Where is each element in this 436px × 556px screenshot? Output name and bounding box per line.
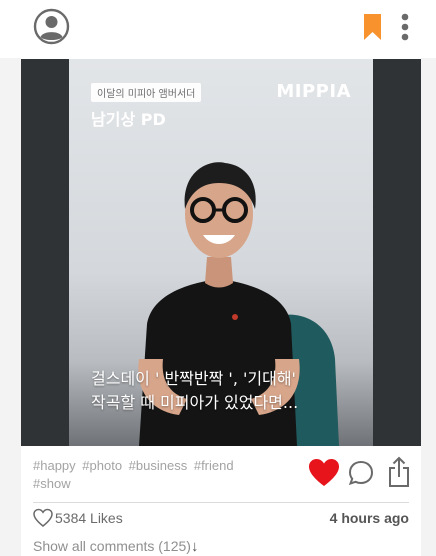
likes-count: 5384 Likes (55, 510, 123, 526)
caption-line-1: 걸스데이 ' 반짝반짝 ', '기대해' (91, 369, 296, 388)
brand-logo: MIPPIA (276, 81, 351, 102)
post-image-content: 이달의 미피아 앰버서더 남기상 PD MIPPIA 걸스데이 ' 반짝반짝 '… (69, 59, 373, 446)
hashtag[interactable]: #show (33, 476, 71, 491)
heart-outline-icon (33, 508, 53, 527)
comment-bubble-icon[interactable] (348, 460, 374, 486)
hashtag[interactable]: #business (129, 458, 188, 473)
show-comments-link[interactable]: Show all comments (125)↓ (33, 538, 198, 555)
image-caption: 걸스데이 ' 반짝반짝 ', '기대해' 작곡할 때 미피아가 있었다면... (91, 367, 361, 415)
likes-button[interactable]: 5384 Likes (33, 507, 123, 529)
heart-filled-icon[interactable] (308, 458, 340, 488)
more-vertical-icon[interactable] (398, 12, 412, 42)
hashtag[interactable]: #happy (33, 458, 76, 473)
hashtag[interactable]: #photo (82, 458, 122, 473)
caption-line-2: 작곡할 때 미피아가 있었다면... (91, 393, 299, 412)
ambassador-badge: 이달의 미피아 앰버서더 (91, 83, 202, 102)
hashtag[interactable]: #friend (194, 458, 234, 473)
arrow-down-icon: ↓ (190, 538, 199, 555)
divider (33, 502, 409, 503)
post-timestamp: 4 hours ago (329, 510, 409, 526)
person-name: 남기상 PD (91, 110, 166, 129)
share-icon[interactable] (387, 456, 411, 488)
post-image[interactable]: 이달의 미피아 앰버서더 남기상 PD MIPPIA 걸스데이 ' 반짝반짝 '… (21, 59, 421, 446)
bookmark-icon[interactable] (362, 13, 383, 41)
show-comments-label: Show all comments (125) (33, 538, 191, 554)
hashtags: #happy #photo #business #friend #show (33, 457, 263, 493)
user-avatar-icon[interactable] (33, 8, 70, 45)
